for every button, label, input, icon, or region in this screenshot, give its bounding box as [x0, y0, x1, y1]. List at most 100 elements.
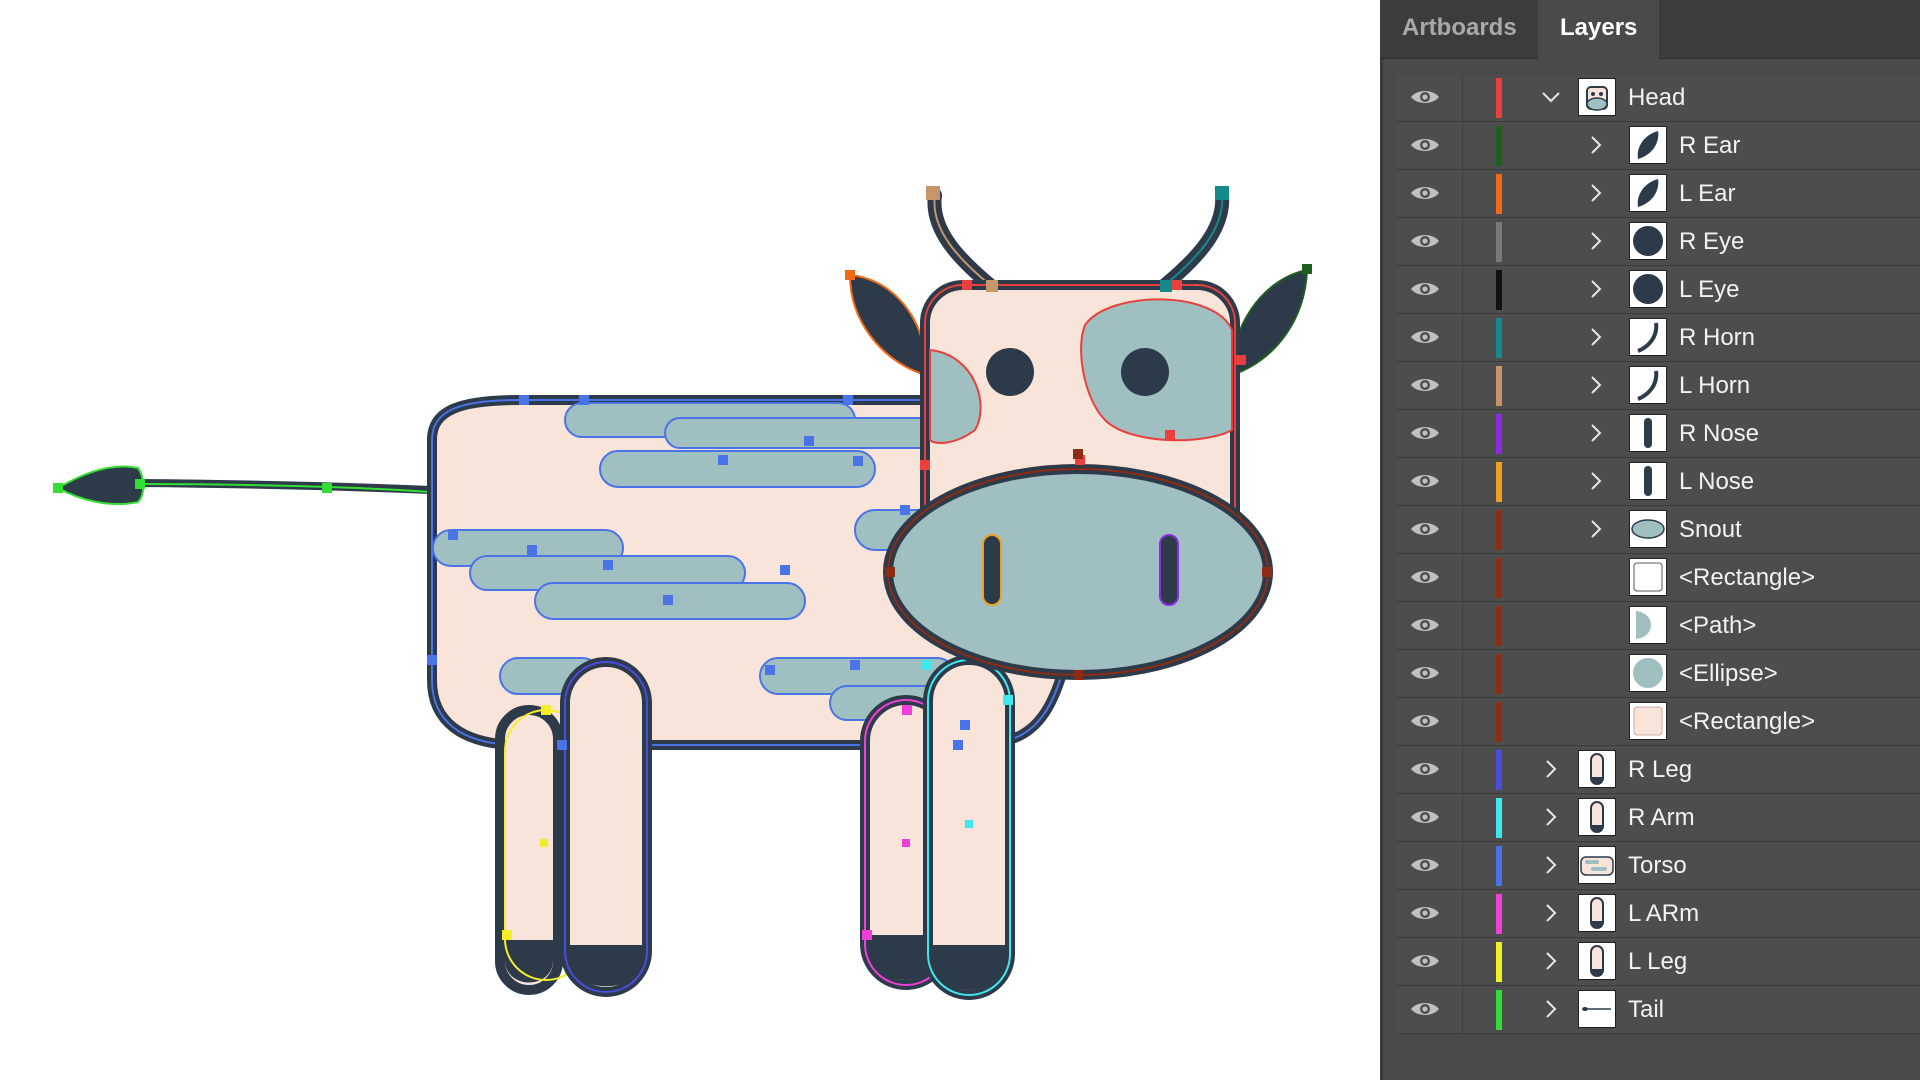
- eye-visibility-icon[interactable]: [1410, 136, 1440, 154]
- lock-column[interactable]: [1462, 74, 1463, 121]
- layer-row[interactable]: L Eye: [1396, 266, 1920, 314]
- layer-row[interactable]: Snout: [1396, 506, 1920, 554]
- layer-row[interactable]: R Leg: [1396, 746, 1920, 794]
- chevron-right-icon[interactable]: [1584, 323, 1608, 351]
- layer-row[interactable]: R Ear: [1396, 122, 1920, 170]
- chevron-right-icon[interactable]: [1584, 275, 1608, 303]
- layer-name[interactable]: Snout: [1679, 506, 1742, 553]
- lock-column[interactable]: [1462, 842, 1463, 889]
- layer-row[interactable]: <Rectangle>: [1396, 698, 1920, 746]
- layer-name[interactable]: L Ear: [1679, 170, 1735, 217]
- eye-visibility-icon[interactable]: [1410, 376, 1440, 394]
- eye-visibility-icon[interactable]: [1410, 808, 1440, 826]
- eye-visibility-icon[interactable]: [1410, 952, 1440, 970]
- l-ear-shape[interactable]: [848, 273, 927, 377]
- lock-column[interactable]: [1462, 314, 1463, 361]
- layer-row[interactable]: L ARm: [1396, 890, 1920, 938]
- eye-visibility-icon[interactable]: [1410, 904, 1440, 922]
- layer-name[interactable]: L Nose: [1679, 458, 1754, 505]
- eye-visibility-icon[interactable]: [1410, 1000, 1440, 1018]
- layer-row[interactable]: <Ellipse>: [1396, 650, 1920, 698]
- layer-name[interactable]: <Path>: [1679, 602, 1756, 649]
- layer-name[interactable]: R Arm: [1628, 794, 1695, 841]
- lock-column[interactable]: [1462, 410, 1463, 457]
- layer-name[interactable]: Tail: [1628, 986, 1664, 1033]
- lock-column[interactable]: [1462, 602, 1463, 649]
- chevron-right-icon[interactable]: [1584, 515, 1608, 543]
- lock-column[interactable]: [1462, 218, 1463, 265]
- layer-row[interactable]: L Nose: [1396, 458, 1920, 506]
- layer-name[interactable]: R Nose: [1679, 410, 1759, 457]
- layer-row[interactable]: Torso: [1396, 842, 1920, 890]
- eye-visibility-icon[interactable]: [1410, 568, 1440, 586]
- l-horn-shape[interactable]: [927, 188, 997, 292]
- eye-visibility-icon[interactable]: [1410, 712, 1440, 730]
- r-leg-shape[interactable]: [560, 657, 652, 997]
- layer-name[interactable]: R Ear: [1679, 122, 1740, 169]
- lock-column[interactable]: [1462, 458, 1463, 505]
- eye-visibility-icon[interactable]: [1410, 184, 1440, 202]
- lock-column[interactable]: [1462, 122, 1463, 169]
- layer-name[interactable]: L Eye: [1679, 266, 1739, 313]
- layer-row[interactable]: L Leg: [1396, 938, 1920, 986]
- layer-name[interactable]: R Eye: [1679, 218, 1744, 265]
- layer-name[interactable]: <Rectangle>: [1679, 554, 1815, 601]
- lock-column[interactable]: [1462, 554, 1463, 601]
- eye-visibility-icon[interactable]: [1410, 232, 1440, 250]
- lock-column[interactable]: [1462, 698, 1463, 745]
- chevron-right-icon[interactable]: [1539, 803, 1563, 831]
- chevron-right-icon[interactable]: [1584, 179, 1608, 207]
- chevron-right-icon[interactable]: [1584, 419, 1608, 447]
- eye-visibility-icon[interactable]: [1410, 760, 1440, 778]
- chevron-right-icon[interactable]: [1584, 371, 1608, 399]
- eye-visibility-icon[interactable]: [1410, 664, 1440, 682]
- lock-column[interactable]: [1462, 650, 1463, 697]
- artboard-canvas[interactable]: [0, 0, 1380, 1080]
- r-horn-shape[interactable]: [1158, 188, 1230, 292]
- eye-visibility-icon[interactable]: [1410, 856, 1440, 874]
- layer-name[interactable]: R Horn: [1679, 314, 1755, 361]
- eye-visibility-icon[interactable]: [1410, 280, 1440, 298]
- eye-visibility-icon[interactable]: [1410, 472, 1440, 490]
- layer-name[interactable]: L Leg: [1628, 938, 1687, 985]
- layer-row[interactable]: R Nose: [1396, 410, 1920, 458]
- lock-column[interactable]: [1462, 266, 1463, 313]
- lock-column[interactable]: [1462, 890, 1463, 937]
- eye-visibility-icon[interactable]: [1410, 520, 1440, 538]
- lock-column[interactable]: [1462, 986, 1463, 1033]
- chevron-right-icon[interactable]: [1584, 131, 1608, 159]
- layer-name[interactable]: L ARm: [1628, 890, 1699, 937]
- layer-row[interactable]: <Path>: [1396, 602, 1920, 650]
- layer-row[interactable]: R Horn: [1396, 314, 1920, 362]
- chevron-right-icon[interactable]: [1584, 467, 1608, 495]
- lock-column[interactable]: [1462, 794, 1463, 841]
- snout-shape[interactable]: [883, 464, 1273, 680]
- chevron-right-icon[interactable]: [1539, 899, 1563, 927]
- layer-name[interactable]: R Leg: [1628, 746, 1692, 793]
- layer-name[interactable]: <Ellipse>: [1679, 650, 1778, 697]
- layer-name[interactable]: L Horn: [1679, 362, 1750, 409]
- eye-visibility-icon[interactable]: [1410, 424, 1440, 442]
- lock-column[interactable]: [1462, 938, 1463, 985]
- layer-row[interactable]: L Horn: [1396, 362, 1920, 410]
- layer-name[interactable]: Torso: [1628, 842, 1687, 889]
- tab-artboards[interactable]: Artboards: [1380, 0, 1539, 58]
- layer-row[interactable]: R Arm: [1396, 794, 1920, 842]
- lock-column[interactable]: [1462, 362, 1463, 409]
- layer-row[interactable]: Tail: [1396, 986, 1920, 1034]
- chevron-down-icon[interactable]: [1539, 83, 1563, 111]
- layer-name[interactable]: Head: [1628, 74, 1685, 121]
- layer-row[interactable]: Head: [1396, 74, 1920, 122]
- chevron-right-icon[interactable]: [1584, 227, 1608, 255]
- lock-column[interactable]: [1462, 170, 1463, 217]
- eye-visibility-icon[interactable]: [1410, 328, 1440, 346]
- eye-visibility-icon[interactable]: [1410, 616, 1440, 634]
- chevron-right-icon[interactable]: [1539, 947, 1563, 975]
- chevron-right-icon[interactable]: [1539, 755, 1563, 783]
- layer-row[interactable]: <Rectangle>: [1396, 554, 1920, 602]
- layer-row[interactable]: L Ear: [1396, 170, 1920, 218]
- tail-shape[interactable]: [55, 465, 431, 505]
- chevron-right-icon[interactable]: [1539, 995, 1563, 1023]
- tab-layers[interactable]: Layers: [1538, 0, 1660, 59]
- eye-visibility-icon[interactable]: [1410, 88, 1440, 106]
